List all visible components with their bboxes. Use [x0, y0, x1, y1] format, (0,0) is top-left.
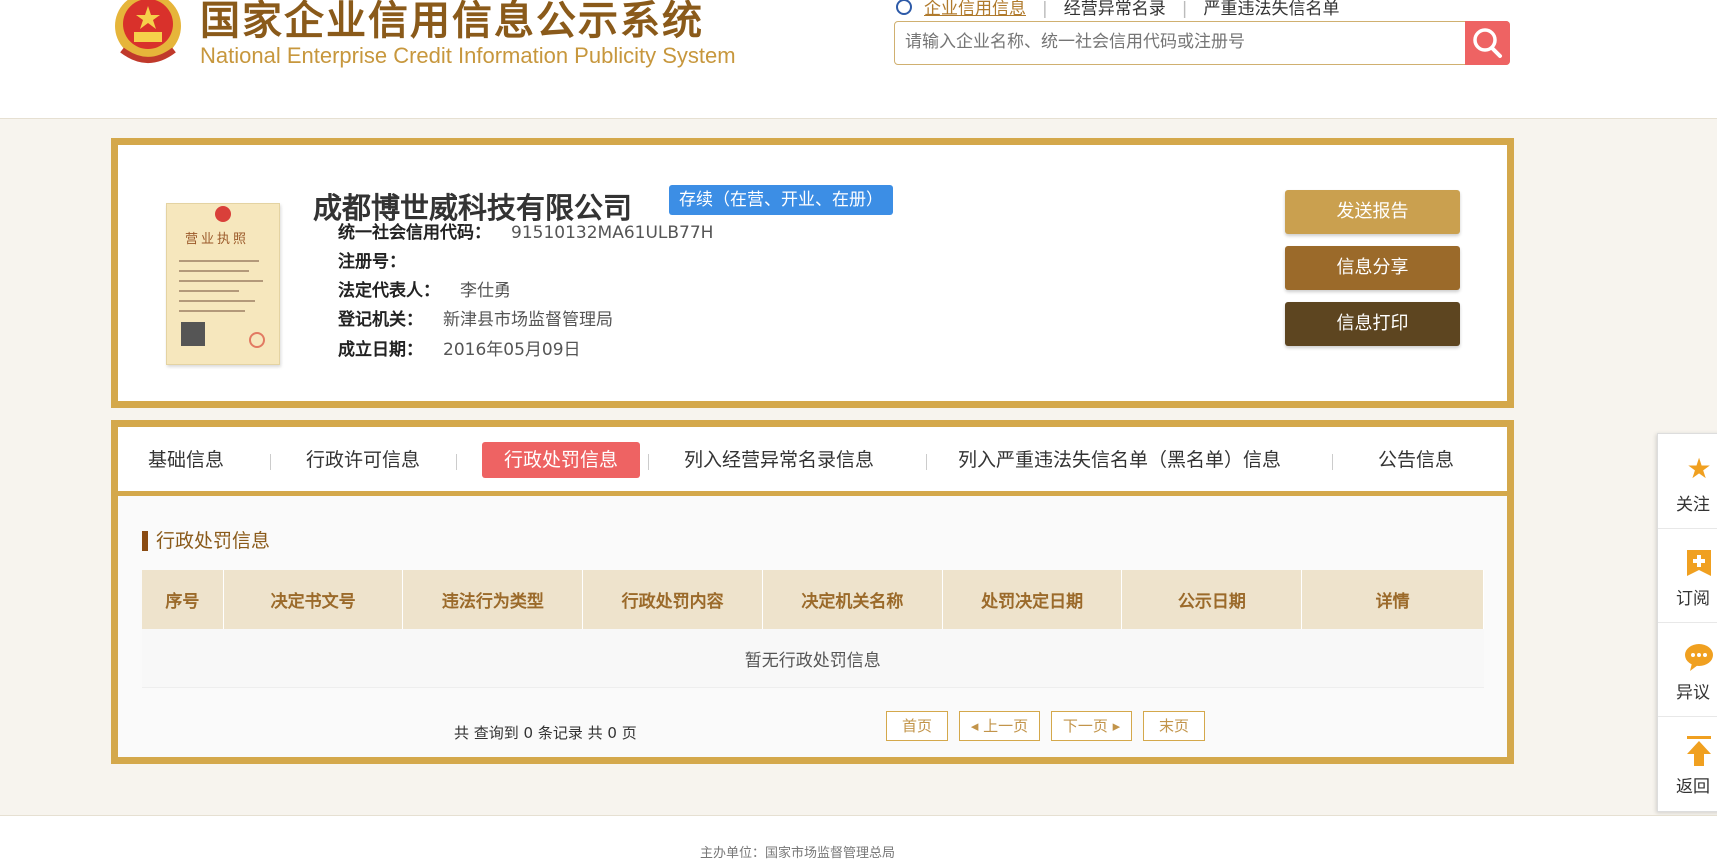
field-value: 2016年05月09日: [443, 340, 581, 360]
nav-link-credit-info[interactable]: 企业信用信息: [924, 0, 1026, 19]
table-row: 暂无行政处罚信息: [142, 629, 1484, 688]
caret-right-icon: ▸: [1107, 717, 1121, 735]
license-line: [179, 300, 255, 302]
status-badge: 存续（在营、开业、在册）: [669, 185, 893, 215]
nav-divider: |: [1042, 0, 1048, 19]
send-report-button[interactable]: 发送报告: [1285, 190, 1460, 234]
license-line: [179, 290, 239, 292]
back-to-top-button[interactable]: 返回: [1658, 716, 1717, 810]
field-label: 注册号：: [338, 252, 406, 272]
last-page-button[interactable]: 末页: [1143, 711, 1205, 741]
next-page-button[interactable]: 下一页 ▸: [1051, 711, 1132, 741]
tab-divider: [456, 454, 457, 470]
subscribe-button[interactable]: 订阅: [1658, 528, 1717, 623]
back-to-top-icon: [1687, 736, 1711, 766]
nav-divider: |: [1181, 0, 1188, 19]
column-header: 决定机关名称: [762, 570, 943, 629]
business-license-image[interactable]: 营业执照: [166, 203, 280, 365]
column-header: 详情: [1301, 570, 1484, 629]
tab-divider: [1332, 454, 1333, 470]
info-reg-number: 注册号：: [338, 247, 426, 272]
prev-page-button[interactable]: ◂ 上一页: [959, 711, 1040, 741]
empty-message: 暂无行政处罚信息: [142, 629, 1484, 688]
tab-divider: [270, 454, 271, 470]
field-label: 法定代表人：: [338, 281, 440, 301]
tab-abnormal-list[interactable]: 列入经营异常名录信息: [684, 442, 874, 478]
tab-admin-license[interactable]: 行政许可信息: [306, 442, 420, 478]
search-bar: [894, 21, 1510, 65]
license-line: [179, 280, 263, 282]
license-line: [179, 270, 249, 272]
nav-link-blacklist[interactable]: 严重违法失信名单: [1203, 0, 1339, 19]
objection-button[interactable]: 异议: [1658, 622, 1717, 717]
star-icon: ★: [1686, 452, 1712, 485]
search-icon: [1473, 28, 1502, 58]
objection-label: 异议: [1676, 683, 1710, 703]
column-header: 行政处罚内容: [582, 570, 763, 629]
follow-button[interactable]: ★ 关注: [1658, 434, 1717, 529]
caret-left-icon: ◂: [970, 717, 984, 735]
site-header: 国家企业信用信息公示系统 National Enterprise Credit …: [0, 0, 1717, 119]
penalty-table: 序号 决定书文号 违法行为类型 行政处罚内容 决定机关名称 处罚决定日期 公示日…: [142, 570, 1484, 688]
column-header: 违法行为类型: [402, 570, 584, 629]
section-title: 行政处罚信息: [142, 531, 270, 551]
qr-code-icon: [181, 322, 205, 346]
field-label: 成立日期：: [338, 340, 423, 360]
info-registration-authority: 登记机关： 新津县市场监督管理局: [338, 305, 613, 330]
prev-page-label: 上一页: [983, 717, 1029, 735]
site-title: 国家企业信用信息公示系统: [200, 0, 704, 44]
first-page-button[interactable]: 首页: [886, 711, 948, 741]
top-nav: 企业信用信息 | 经营异常名录 | 严重违法失信名单: [896, 0, 1339, 19]
next-page-label: 下一页: [1062, 717, 1108, 735]
national-emblem-icon: [115, 0, 181, 63]
tab-blacklist[interactable]: 列入严重违法失信名单（黑名单）信息: [958, 442, 1281, 478]
field-value: 新津县市场监督管理局: [443, 310, 613, 330]
column-header: 决定书文号: [223, 570, 404, 629]
comment-icon: [1685, 644, 1713, 671]
search-input[interactable]: [895, 22, 1455, 62]
tab-divider: [926, 454, 927, 470]
info-legal-rep: 法定代表人： 李仕勇: [338, 276, 511, 301]
field-label: 统一社会信用代码：: [338, 223, 491, 243]
tab-bar: 基础信息 行政许可信息 行政处罚信息 列入经营异常名录信息 列入严重违法失信名单…: [118, 427, 1507, 496]
license-title: 营业执照: [185, 232, 250, 247]
tab-basic-info[interactable]: 基础信息: [148, 442, 224, 478]
field-value: 李仕勇: [460, 281, 511, 301]
follow-label: 关注: [1676, 495, 1710, 515]
info-establish-date: 成立日期： 2016年05月09日: [338, 335, 581, 360]
back-to-top-label: 返回: [1676, 777, 1710, 797]
license-line: [179, 260, 259, 262]
footer-sponsor: 主办单位：国家市场监督管理总局: [700, 846, 896, 861]
field-label: 登记机关：: [338, 310, 423, 330]
tab-divider: [648, 454, 649, 470]
subscribe-icon: [1687, 550, 1711, 576]
nav-link-abnormal-list[interactable]: 经营异常名录: [1064, 0, 1166, 19]
record-count: 共 查询到 0 条记录 共 0 页: [454, 724, 637, 742]
print-button[interactable]: 信息打印: [1285, 302, 1460, 346]
search-button[interactable]: [1465, 21, 1510, 65]
side-toolbar: ★ 关注 订阅 异议 返回: [1657, 433, 1717, 812]
detail-panel: 基础信息 行政许可信息 行政处罚信息 列入经营异常名录信息 列入严重违法失信名单…: [111, 420, 1514, 764]
table-header-row: 序号 决定书文号 违法行为类型 行政处罚内容 决定机关名称 处罚决定日期 公示日…: [142, 570, 1484, 629]
column-header: 公示日期: [1121, 570, 1303, 629]
column-header: 处罚决定日期: [942, 570, 1123, 629]
field-value: 91510132MA61ULB77H: [511, 223, 714, 243]
license-line: [179, 310, 245, 312]
subscribe-label: 订阅: [1676, 589, 1710, 609]
seal-icon: [249, 332, 265, 348]
info-credit-code: 统一社会信用代码： 91510132MA61ULB77H: [338, 218, 713, 243]
company-card: 营业执照 成都博世威科技有限公司 存续（在营、开业、在册） 统一社会信用代码： 9…: [111, 138, 1514, 408]
share-button[interactable]: 信息分享: [1285, 246, 1460, 290]
site-footer: 主办单位：国家市场监督管理总局: [0, 815, 1717, 867]
tab-announcements[interactable]: 公告信息: [1378, 442, 1454, 478]
tab-admin-penalty[interactable]: 行政处罚信息: [482, 442, 641, 478]
emblem-icon: [215, 206, 231, 222]
column-header: 序号: [142, 570, 224, 629]
search-icon: [896, 0, 912, 15]
site-subtitle: National Enterprise Credit Information P…: [200, 43, 736, 68]
